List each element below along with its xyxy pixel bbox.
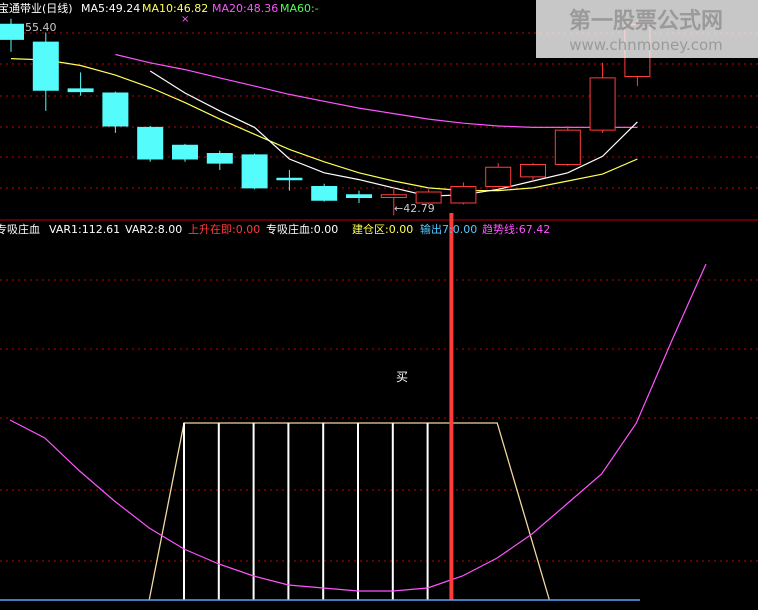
candle-body: [102, 92, 129, 127]
indicator-name: 专吸庄血: [0, 222, 40, 236]
candle: [172, 143, 198, 162]
candle: [206, 150, 233, 170]
var2-label: VAR2:8.00: [125, 223, 182, 236]
cross-marker: ×: [181, 14, 189, 25]
candle: [450, 182, 477, 205]
candle: [346, 190, 372, 203]
high-price-marker: 55.40: [25, 21, 57, 34]
low-price-marker: ←42.79: [394, 202, 435, 215]
candle-body: [172, 144, 198, 160]
candle-body: [241, 154, 268, 189]
candle-body: [137, 126, 164, 160]
shuchu-label: 输出7:0.00: [420, 222, 477, 236]
candle: [32, 32, 59, 111]
candle: [589, 62, 616, 133]
candle: [137, 126, 164, 162]
watermark-title: 第一股票公式网: [569, 8, 723, 34]
trend-label: 趋势线:67.42: [482, 222, 550, 236]
candle-body: [450, 186, 477, 204]
watermark-url: www.chnmoney.com: [569, 36, 723, 54]
candle-body: [554, 129, 581, 165]
candle-body: [32, 41, 59, 91]
chart-title: 宝通带业(日线): [0, 1, 73, 15]
candle-body: [311, 186, 338, 201]
candle: [520, 163, 546, 181]
zone-band-path: [148, 422, 551, 601]
ma10-label: MA10:46.82: [142, 2, 208, 15]
ma20-path: [115, 53, 638, 129]
white-bars: [183, 423, 429, 600]
candle-body: [520, 164, 546, 178]
candle: [311, 183, 338, 202]
candle-body: [67, 88, 94, 93]
indicator-grid: [0, 279, 758, 562]
zone-band: [148, 422, 551, 601]
candle-body: [589, 77, 616, 131]
candle: [554, 126, 581, 166]
candle: [102, 91, 129, 133]
candle-body: [276, 177, 303, 181]
watermark: 第一股票公式网 www.chnmoney.com: [536, 0, 758, 58]
candle-body: [206, 153, 233, 164]
candle-body: [0, 23, 24, 40]
stock-chart: 宝通带业(日线) MA5:49.24 MA10:46.82 MA20:48.36…: [0, 0, 758, 601]
rise-label: 上升在即:0.00: [188, 223, 260, 236]
candle-body: [346, 194, 372, 198]
candle: [67, 72, 94, 96]
buy-label: 买: [396, 370, 408, 384]
ma20-label: MA20:48.36: [212, 2, 278, 15]
candle: [0, 18, 24, 52]
candle: [276, 170, 303, 191]
ma5-label: MA5:49.24: [81, 2, 140, 15]
ma60-label: MA60:-: [280, 2, 319, 15]
candle-body: [380, 194, 407, 198]
candle: [241, 153, 268, 190]
zhuanxi-label: 专吸庄血:0.00: [266, 222, 338, 236]
var1-label: VAR1:112.61: [49, 223, 120, 236]
jiancang-label: 建仓区:0.00: [352, 222, 413, 236]
ma20-line: [115, 53, 638, 129]
candle-body: [485, 166, 512, 187]
candle: [485, 163, 512, 187]
